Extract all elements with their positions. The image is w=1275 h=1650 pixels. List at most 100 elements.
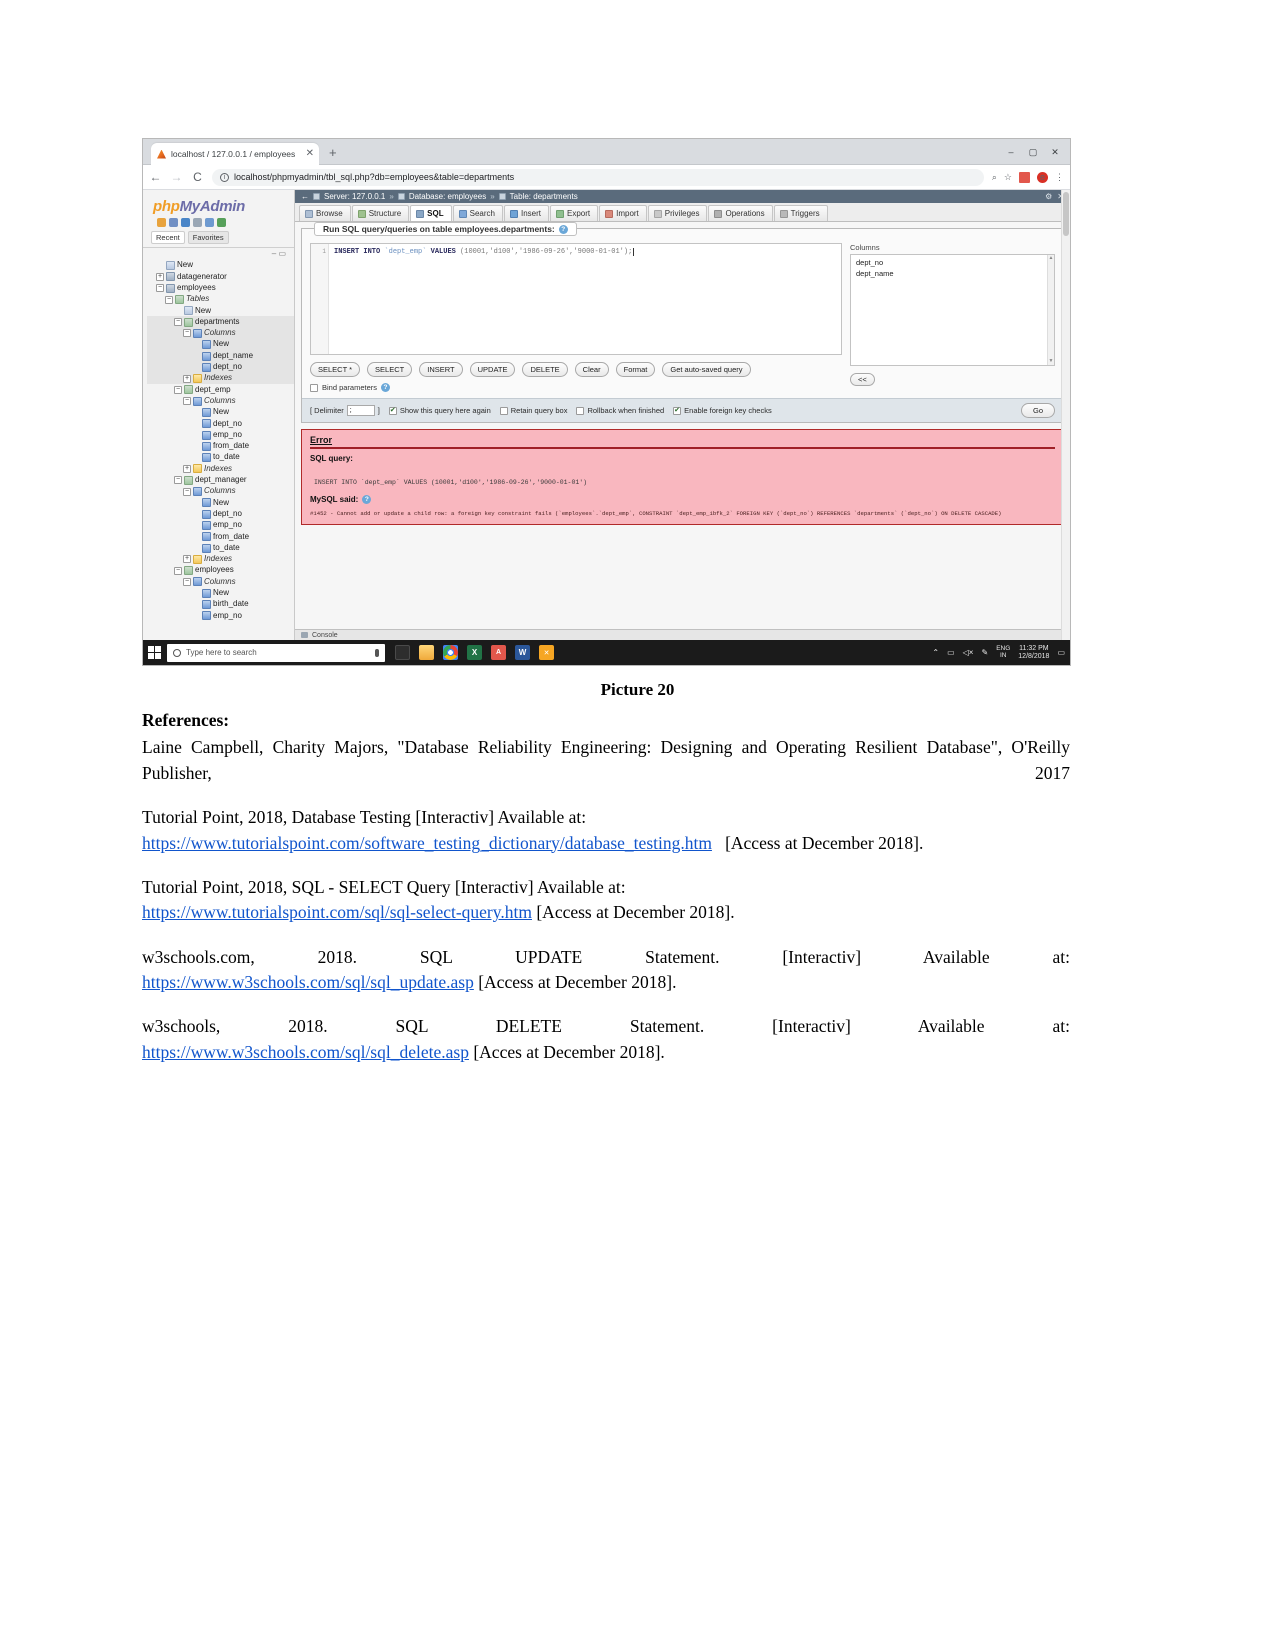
tree-node[interactable]: + Indexes — [147, 554, 294, 565]
collapse-icon[interactable]: − — [174, 476, 182, 485]
breadcrumb-table[interactable]: Table: departments — [510, 192, 578, 201]
minimize-icon[interactable]: – — [1000, 144, 1022, 160]
gear-icon[interactable]: ⚙ — [1045, 192, 1052, 201]
page-scrollbar[interactable] — [1061, 190, 1070, 640]
checkbox[interactable] — [673, 406, 682, 415]
nav-tab-favorites[interactable]: Favorites — [187, 231, 229, 244]
bind-parameters-checkbox[interactable] — [310, 383, 318, 392]
option-show-this-query-here-again[interactable]: Show this query here again — [388, 406, 491, 415]
tab-operations[interactable]: Operations — [708, 205, 773, 221]
reference-2-link[interactable]: https://www.tutorialspoint.com/software_… — [142, 833, 712, 853]
collapse-columns-button[interactable]: << — [850, 373, 875, 386]
task-view-icon[interactable] — [395, 645, 410, 660]
tree-node[interactable]: dept_no — [147, 509, 294, 520]
checkbox[interactable] — [388, 406, 397, 415]
tree-node[interactable]: New — [147, 305, 294, 316]
collapse-nav-icon[interactable]: ← — [301, 192, 309, 201]
nav-collapse-tools[interactable]: – ▭ — [143, 248, 294, 258]
tree-node[interactable]: dept_no — [147, 361, 294, 373]
volume-icon[interactable]: ◁× — [963, 648, 974, 657]
tree-node[interactable]: − Columns — [147, 327, 294, 340]
back-icon[interactable]: ← — [149, 170, 162, 184]
tree-node[interactable]: − Columns — [147, 396, 294, 407]
docs-icon[interactable] — [193, 218, 202, 227]
network-icon[interactable]: ▭ — [947, 648, 955, 657]
tab-browse[interactable]: Browse — [299, 205, 351, 221]
collapse-icon[interactable]: − — [174, 566, 182, 575]
delimiter-input[interactable] — [346, 405, 375, 416]
tree-node[interactable]: − dept_emp — [147, 384, 294, 395]
chrome-icon[interactable] — [443, 645, 458, 660]
clear-button[interactable]: Clear — [574, 362, 609, 377]
expand-icon[interactable]: + — [183, 464, 191, 473]
chrome-menu-icon[interactable]: ⋮ — [1055, 172, 1064, 183]
tree-node[interactable]: New — [147, 588, 294, 599]
select-button[interactable]: SELECT — [367, 362, 413, 377]
tab-privileges[interactable]: Privileges — [647, 205, 708, 221]
tree-node[interactable]: + Indexes — [147, 372, 294, 385]
tree-node[interactable]: dept_name — [147, 350, 294, 362]
file-explorer-icon[interactable] — [419, 645, 434, 660]
tree-node[interactable]: to_date — [147, 542, 294, 553]
taskbar-search-input[interactable]: Type here to search — [167, 643, 385, 662]
collapse-icon[interactable]: − — [165, 295, 173, 304]
collapse-icon[interactable]: − — [183, 329, 191, 338]
settings-icon[interactable] — [205, 218, 214, 227]
pen-icon[interactable]: ✎ — [981, 648, 988, 657]
show-hidden-icons-icon[interactable]: ⌃ — [932, 648, 939, 657]
option-enable-foreign-key-checks[interactable]: Enable foreign key checks — [673, 406, 772, 415]
address-bar[interactable]: i localhost/phpmyadmin/tbl_sql.php?db=em… — [212, 168, 984, 186]
tree-node[interactable]: from_date — [147, 531, 294, 542]
language-indicator[interactable]: ENG IN — [996, 645, 1010, 660]
sql-editor[interactable]: 1 INSERT INTO `dept_emp` VALUES (10001,'… — [310, 243, 842, 355]
reference-3-link[interactable]: https://www.tutorialspoint.com/sql/sql-s… — [142, 902, 532, 922]
expand-icon[interactable]: + — [183, 555, 191, 564]
tab-export[interactable]: Export — [549, 205, 599, 221]
browser-tab[interactable]: localhost / 127.0.0.1 / employees ✕ — [151, 143, 319, 165]
collapse-icon[interactable]: − — [183, 397, 191, 406]
scrollbar-thumb[interactable] — [1063, 192, 1069, 236]
delete-button[interactable]: DELETE — [522, 362, 568, 377]
get-auto-saved-query-button[interactable]: Get auto-saved query — [662, 362, 751, 377]
nav-tab-recent[interactable]: Recent — [151, 231, 185, 244]
update-button[interactable]: UPDATE — [469, 362, 516, 377]
word-icon[interactable]: W — [515, 645, 530, 660]
tree-node[interactable]: + datagenerator — [147, 271, 294, 282]
close-tab-icon[interactable]: ✕ — [306, 149, 314, 159]
insert-button[interactable]: INSERT — [419, 362, 463, 377]
tree-node[interactable]: − Tables — [147, 294, 294, 305]
collapse-icon[interactable]: − — [183, 487, 191, 496]
column-item[interactable]: dept_name — [856, 269, 1049, 280]
reference-5-link[interactable]: https://www.w3schools.com/sql/sql_delete… — [142, 1042, 469, 1062]
sql-query-text[interactable]: INSERT INTO `dept_emp` VALUES (10001,'d1… — [329, 244, 639, 354]
tree-node[interactable]: emp_no — [147, 429, 294, 440]
checkbox[interactable] — [499, 406, 508, 415]
close-window-icon[interactable]: ✕ — [1044, 144, 1066, 160]
breadcrumb-server[interactable]: Server: 127.0.0.1 — [324, 192, 385, 201]
tree-node[interactable]: dept_no — [147, 418, 294, 429]
clock[interactable]: 11:32 PM 12/8/2018 — [1018, 645, 1049, 660]
tree-node[interactable]: New — [147, 260, 294, 271]
format-button[interactable]: Format — [615, 362, 656, 377]
excel-icon[interactable]: X — [467, 645, 482, 660]
tree-node[interactable]: − dept_manager — [147, 475, 294, 486]
tab-import[interactable]: Import — [599, 205, 647, 221]
column-item[interactable]: dept_no — [856, 258, 1049, 269]
tree-node[interactable]: to_date — [147, 452, 294, 463]
tree-node[interactable]: from_date — [147, 441, 294, 452]
forward-icon[interactable]: → — [170, 170, 183, 184]
notification-center-icon[interactable]: ▭ — [1057, 648, 1065, 657]
expand-icon[interactable]: + — [183, 374, 191, 383]
help-icon[interactable]: ? — [381, 383, 391, 392]
home-icon[interactable] — [157, 218, 166, 227]
help-icon[interactable]: ? — [362, 495, 372, 504]
tab-structure[interactable]: Structure — [351, 205, 410, 221]
tree-node[interactable]: New — [147, 339, 294, 351]
reload-icon[interactable]: C — [191, 170, 204, 184]
tab-sql[interactable]: SQL — [410, 205, 452, 221]
collapse-icon[interactable]: − — [183, 577, 191, 586]
tree-node[interactable]: + Indexes — [147, 463, 294, 474]
site-info-icon[interactable]: i — [220, 172, 229, 182]
tab-insert[interactable]: Insert — [503, 205, 549, 221]
checkbox[interactable] — [576, 406, 585, 415]
